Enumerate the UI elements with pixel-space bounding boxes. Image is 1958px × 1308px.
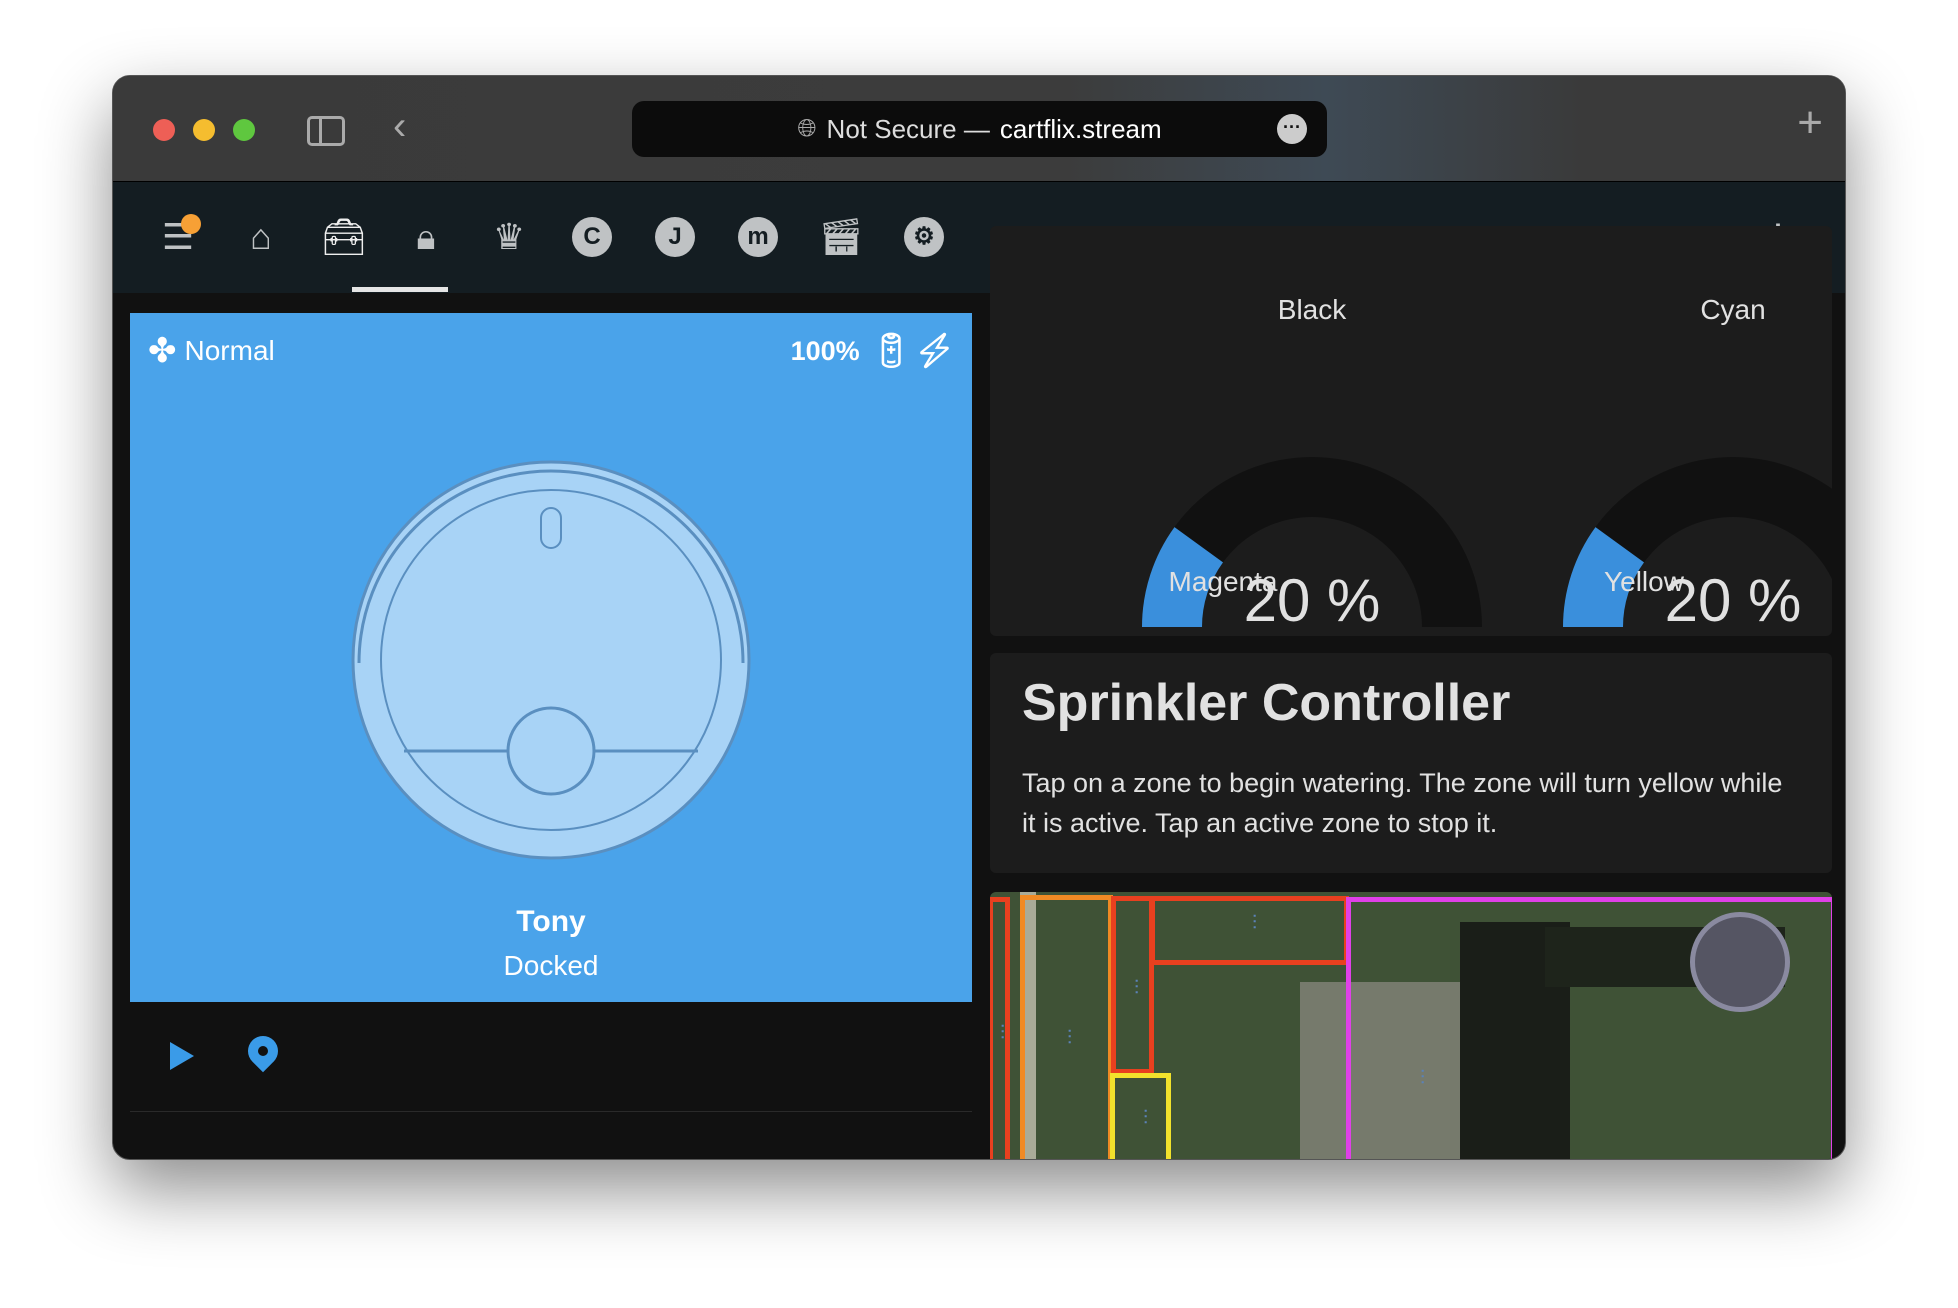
lock-icon[interactable]: 🔒︎: [401, 212, 451, 262]
sprinkler-description: Tap on a zone to begin watering. The zon…: [1022, 768, 1783, 838]
maximize-button[interactable]: [233, 119, 255, 141]
battery-level: 100%: [790, 335, 860, 366]
back-icon[interactable]: ‹: [393, 104, 406, 149]
address-bar[interactable]: 🌐︎ Not Secure — cartflix.stream ···: [632, 101, 1327, 157]
zone-4[interactable]: [1150, 896, 1349, 965]
globe-icon: 🌐︎: [797, 115, 817, 142]
home-icon[interactable]: ⌂: [236, 212, 286, 262]
locate-button[interactable]: [241, 1029, 285, 1073]
toolbox-icon[interactable]: 🧰︎: [319, 212, 369, 262]
clapperboard-icon[interactable]: 🎬︎: [816, 212, 866, 262]
sprinkler-icon: ⫶: [1252, 912, 1257, 934]
start-button[interactable]: [170, 1042, 194, 1070]
sprinkler-map[interactable]: ⫶ ⫶ ⫶ ⫶ ⫶ ⫶: [990, 892, 1832, 1159]
vacuum-controls: [130, 1002, 972, 1112]
c-icon[interactable]: C: [567, 212, 617, 262]
page-options-icon[interactable]: ···: [1277, 114, 1307, 144]
vacuum-status: Docked: [503, 950, 599, 981]
notification-badge: [181, 214, 201, 234]
fan-mode[interactable]: Normal: [185, 335, 275, 367]
crown-icon[interactable]: ♛: [484, 212, 534, 262]
url-prefix: Not Secure —: [826, 113, 990, 144]
minimize-button[interactable]: [193, 119, 215, 141]
title-bar: ‹ 🌐︎ Not Secure — cartflix.stream ··· +: [113, 76, 1845, 182]
sprinkler-icon: ⫶: [1420, 1067, 1425, 1089]
sprinkler-card: Sprinkler Controller Tap on a zone to be…: [990, 653, 1832, 873]
sprinkler-icon: ⫶: [1067, 1027, 1072, 1049]
zone-6[interactable]: [1346, 897, 1832, 1159]
gauge-label-magenta: Magenta: [1168, 566, 1278, 597]
vacuum-name: Tony: [516, 905, 586, 938]
new-tab-icon[interactable]: +: [1797, 98, 1823, 148]
url-domain: cartflix.stream: [999, 113, 1162, 144]
menu-icon[interactable]: ☰: [153, 212, 203, 262]
robot-vacuum-image: [351, 460, 751, 860]
sprinkler-icon: ⫶: [1000, 1022, 1005, 1044]
fan-icon: ✤: [148, 332, 177, 370]
j-icon[interactable]: J: [650, 212, 700, 262]
browser-window: ‹ 🌐︎ Not Secure — cartflix.stream ··· + …: [112, 75, 1846, 1160]
sprinkler-title: Sprinkler Controller: [1022, 674, 1511, 732]
active-tab-indicator: [352, 287, 448, 292]
m-icon[interactable]: m: [733, 212, 783, 262]
sprinkler-icon: ⫶: [1143, 1107, 1148, 1129]
gauge-label-yellow: Yellow: [1604, 566, 1684, 597]
steam-icon[interactable]: ⚙: [899, 212, 949, 262]
battery-charging-icon: 🔋︎⚡︎: [869, 332, 956, 370]
close-button[interactable]: [153, 119, 175, 141]
vacuum-card[interactable]: ✤ Normal 100% 🔋︎⚡︎ Tony Docked: [130, 313, 972, 1002]
sidebar-toggle-icon[interactable]: [307, 116, 345, 146]
sprinkler-icon: ⫶: [1134, 977, 1139, 999]
